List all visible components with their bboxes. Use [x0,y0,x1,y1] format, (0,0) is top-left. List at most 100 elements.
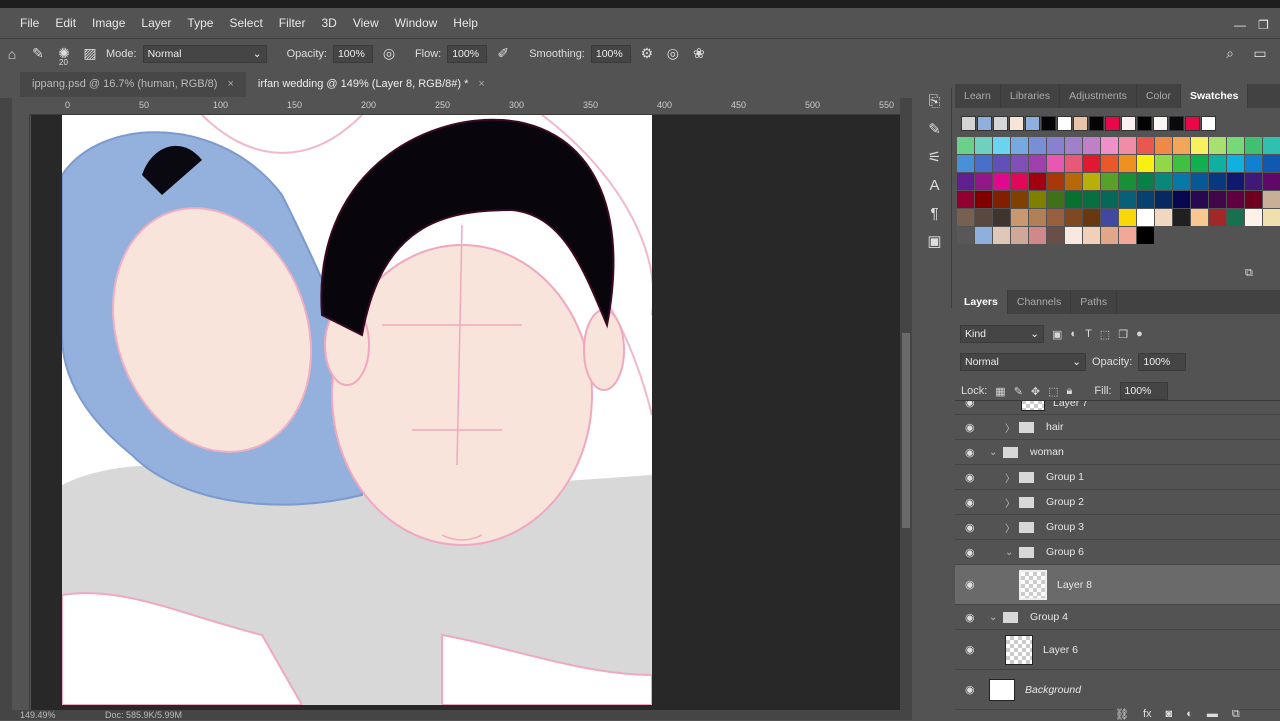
eye-icon[interactable]: ◉ [965,578,975,591]
eye-icon[interactable]: ◉ [965,521,975,534]
swatch[interactable] [1029,209,1046,226]
fx-icon[interactable]: fx [1143,708,1152,721]
swatch[interactable] [957,227,974,244]
swatch[interactable] [1263,155,1280,172]
swatch[interactable] [957,137,974,154]
swatch[interactable] [1047,137,1064,154]
tab-adjustments[interactable]: Adjustments [1060,84,1137,108]
smoothing-input[interactable]: 100% [590,44,631,63]
swatch[interactable] [1065,227,1082,244]
swatch[interactable] [993,173,1010,190]
swatch[interactable] [1083,173,1100,190]
swatch[interactable] [975,191,992,208]
swatch[interactable] [1245,173,1262,190]
mode-select[interactable]: Normal ⌄ [142,44,267,63]
menu-select[interactable]: Select [229,16,262,30]
fill-input[interactable]: 100% [1119,382,1168,400]
swatch[interactable] [993,191,1010,208]
swatch[interactable] [975,173,992,190]
menu-image[interactable]: Image [92,16,125,30]
home-icon[interactable]: ⌂ [2,46,22,62]
tab-swatches[interactable]: Swatches [1181,84,1249,108]
brush-panel-icon[interactable]: ▨ [80,45,100,62]
pressure-opacity-icon[interactable]: ◎ [379,45,399,62]
swatch[interactable] [1119,209,1136,226]
menu-view[interactable]: View [353,16,379,30]
pixel-filter-icon[interactable]: ▣ [1052,328,1062,341]
swatch[interactable] [1119,173,1136,190]
tab-layers[interactable]: Layers [955,290,1008,314]
swatch[interactable] [1065,191,1082,208]
workspace-icon[interactable]: ▭ [1250,45,1270,62]
swatch[interactable] [993,209,1010,226]
tab-channels[interactable]: Channels [1008,290,1072,314]
swatch[interactable] [1011,155,1028,172]
swatch[interactable] [1155,209,1172,226]
menu-type[interactable]: Type [187,16,213,30]
layer-row[interactable]: ◉ Layer 6 [955,630,1280,670]
swatch[interactable] [1209,137,1226,154]
swatch[interactable] [1263,173,1280,190]
swatch[interactable] [975,137,992,154]
swatch[interactable] [1155,173,1172,190]
eye-icon[interactable]: ◉ [965,683,975,696]
minimize-button[interactable]: — [1234,18,1246,32]
swatch[interactable] [1155,191,1172,208]
opacity-input[interactable]: 100% [332,44,373,63]
swatch[interactable] [1137,173,1154,190]
swatch[interactable] [1011,137,1028,154]
eye-icon[interactable]: ◉ [965,421,975,434]
swatch[interactable] [1191,137,1208,154]
swatch[interactable] [1083,191,1100,208]
swatch[interactable] [993,155,1010,172]
zoom-level[interactable]: 149.49% [20,710,56,720]
pressure-size-icon[interactable]: ◎ [663,45,683,62]
swatch[interactable] [1101,155,1118,172]
swatch[interactable] [1137,209,1154,226]
swatch[interactable] [1057,116,1072,131]
layer-row[interactable]: ◉ ⌄ woman [955,440,1280,465]
new-group-icon[interactable]: ▬ [1207,708,1218,721]
adjust-icon[interactable]: ⚟ [918,144,951,172]
close-icon[interactable]: × [227,78,233,90]
menu-help[interactable]: Help [453,16,478,30]
history-icon[interactable]: ⎘ [918,88,951,116]
swatch[interactable] [1227,191,1244,208]
swatch[interactable] [1083,209,1100,226]
shape-filter-icon[interactable]: ⬚ [1100,328,1110,341]
chevron-right-icon[interactable]: 〉 [1005,420,1019,435]
swatch[interactable] [1227,209,1244,226]
swatch[interactable] [1137,155,1154,172]
eye-icon[interactable]: ◉ [965,611,975,624]
menu-3d[interactable]: 3D [321,16,336,30]
layer-row[interactable]: ◉ ⌄ Group 4 [955,605,1280,630]
gear-icon[interactable]: ⚙ [637,45,657,62]
brush-preset-icon[interactable]: ✺ 20 [54,45,74,67]
swatch[interactable] [1011,227,1028,244]
chevron-down-icon[interactable]: ⌄ [1005,547,1019,558]
swatch[interactable] [1245,137,1262,154]
swatch[interactable] [1191,155,1208,172]
swatch[interactable] [1245,191,1262,208]
swatch[interactable] [1137,137,1154,154]
swatch[interactable] [1101,173,1118,190]
swatch[interactable] [1227,137,1244,154]
layer-row[interactable]: ◉ 〉 Group 3 [955,515,1280,540]
swatch[interactable] [1191,173,1208,190]
menu-edit[interactable]: Edit [55,16,76,30]
swatch[interactable] [1119,191,1136,208]
swatch[interactable] [975,227,992,244]
swatch[interactable] [1185,116,1200,131]
swatch[interactable] [1263,209,1280,226]
tab-libraries[interactable]: Libraries [1001,84,1061,108]
smart-filter-icon[interactable]: ❐ [1118,328,1128,341]
layer-row[interactable]: ◉ Layer 7 [955,401,1280,415]
eye-icon[interactable]: ◉ [965,643,975,656]
lock-all-icon[interactable]: 🔒︎ [1067,385,1073,398]
swatch[interactable] [1191,209,1208,226]
close-icon[interactable]: × [478,78,484,90]
character-icon[interactable]: A [918,172,951,200]
tab-color[interactable]: Color [1137,84,1182,108]
swatch[interactable] [1011,209,1028,226]
swatch[interactable] [1245,155,1262,172]
